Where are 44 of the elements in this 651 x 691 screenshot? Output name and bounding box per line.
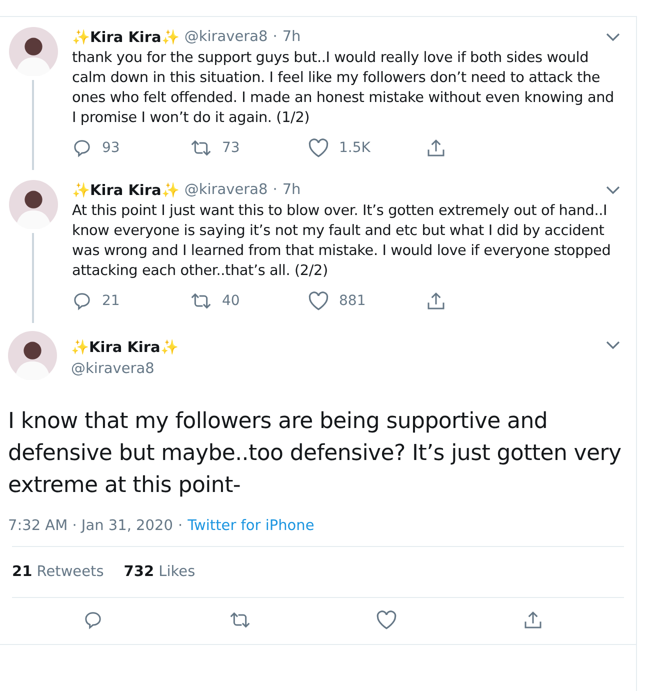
like-count[interactable]: 732 <box>124 564 154 580</box>
tweet-timestamp[interactable]: 7:32 AM · Jan 31, 2020 <box>8 518 173 534</box>
caret-icon[interactable] <box>606 186 620 194</box>
retweets-label[interactable]: Retweets <box>36 564 104 580</box>
heart-icon[interactable] <box>376 610 398 630</box>
reply-count: 93 <box>102 140 120 156</box>
reply-icon[interactable] <box>72 138 92 158</box>
retweet-icon[interactable] <box>190 291 212 311</box>
avatar-icon[interactable] <box>8 180 58 229</box>
share-icon[interactable] <box>523 610 544 630</box>
retweet-count: 40 <box>222 293 240 309</box>
avatar-icon[interactable] <box>8 27 58 76</box>
reply-count: 21 <box>102 293 120 309</box>
tweet-text: At this point I just want this to blow over. It’s gotten extremely out of hand..I know everyone is saying it’s not my fault and etc but what I did by accident was wrong and I learned from that mistake. I would love if everyone stopped attacking each other..that’s all. (2/2) <box>72 202 612 281</box>
caret-icon[interactable] <box>606 341 620 350</box>
heart-icon[interactable] <box>308 291 329 311</box>
avatar-icon[interactable] <box>8 331 57 380</box>
username[interactable]: @kiravera8 <box>184 182 268 198</box>
retweet-icon[interactable] <box>190 138 212 158</box>
separator-dot: · <box>178 518 183 534</box>
tweet-text: I know that my followers are being supportive and defensive but maybe..too defensive? It’s just gotten very extreme at this point- <box>7 408 622 500</box>
like-count: 1.5K <box>339 140 370 156</box>
separator-dot: · <box>272 29 278 45</box>
retweet-icon[interactable] <box>228 610 251 630</box>
tweet-text: thank you for the support guys but..I would really love if both sides would calm down in this situation. I feel like my followers don’t need to attack the ones who felt offended. I made an honest mistake without even knowing and I promise I won’t do it again. (1/2) <box>72 49 615 128</box>
display-name[interactable]: ✨Kira Kira✨ <box>71 340 178 356</box>
likes-label[interactable]: Likes <box>158 564 196 580</box>
source-link[interactable]: Twitter for iPhone <box>188 518 314 534</box>
like-count: 881 <box>339 293 366 309</box>
heart-icon[interactable] <box>308 138 329 158</box>
display-name[interactable]: ✨Kira Kira✨ <box>72 182 180 198</box>
share-icon[interactable] <box>426 138 446 158</box>
tweet-time[interactable]: 7h <box>282 182 301 198</box>
caret-icon[interactable] <box>606 32 620 42</box>
display-name[interactable]: ✨Kira Kira✨ <box>72 28 180 46</box>
username[interactable]: @kiravera8 <box>184 29 268 45</box>
username[interactable]: @kiravera8 <box>71 361 154 377</box>
share-icon[interactable] <box>426 291 446 311</box>
tweet-time[interactable]: 7h <box>282 29 301 45</box>
retweet-count[interactable]: 21 <box>12 564 32 580</box>
retweet-count: 73 <box>222 140 240 156</box>
reply-icon[interactable] <box>72 291 92 311</box>
reply-icon[interactable] <box>82 610 103 630</box>
separator-dot: · <box>272 182 278 198</box>
